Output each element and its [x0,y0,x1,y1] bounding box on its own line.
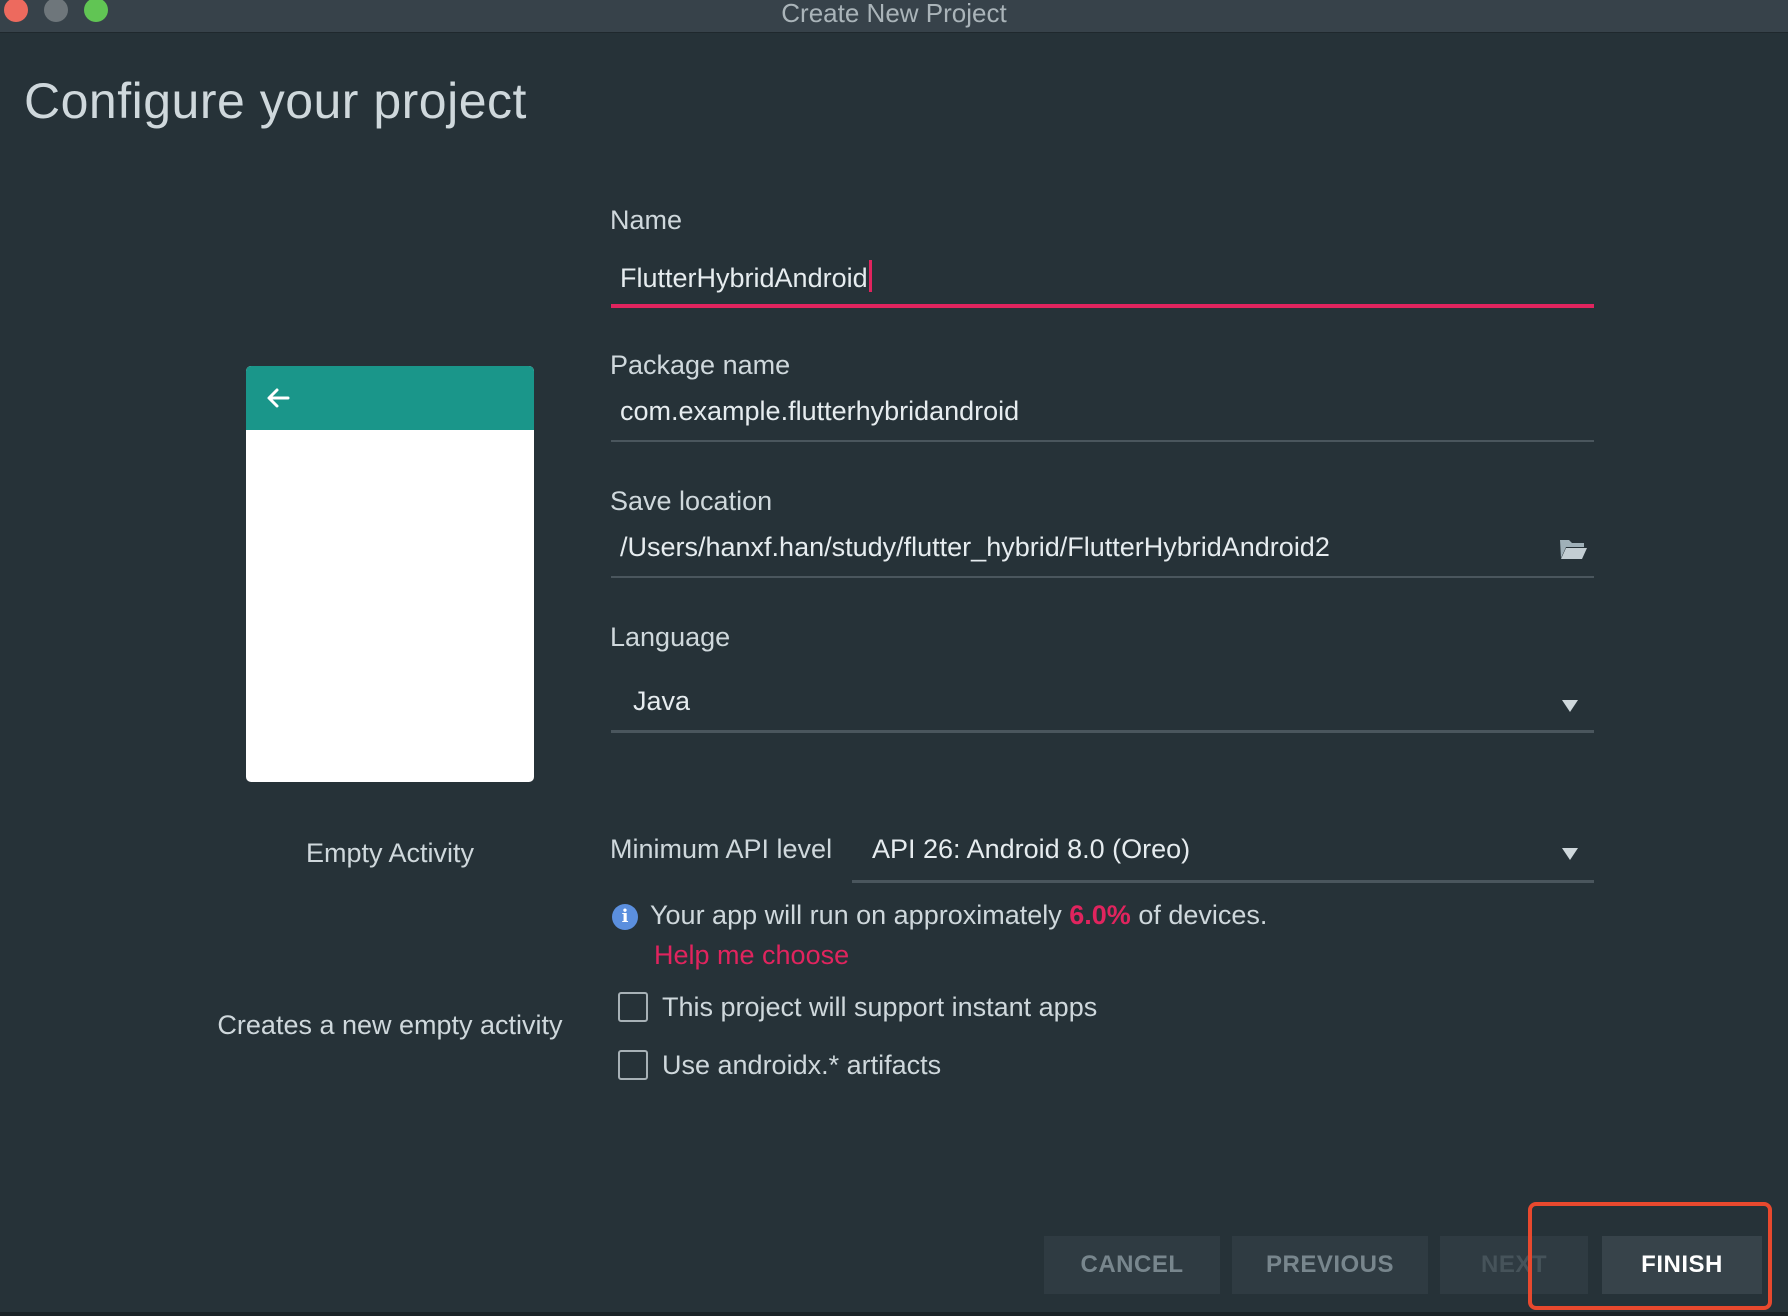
min-api-label: Minimum API level [610,834,833,864]
androidx-checkbox[interactable] [618,1050,648,1080]
chevron-down-icon [1562,848,1578,860]
finish-highlight-box [1528,1202,1772,1310]
device-percent: 6.0% [1069,900,1131,930]
name-field[interactable]: FlutterHybridAndroid [611,252,1594,308]
info-suffix: of devices. [1138,900,1268,930]
preview-app-bar [246,366,534,430]
min-api-value: API 26: Android 8.0 (Oreo) [872,834,1191,864]
language-select[interactable]: Java [611,678,1594,733]
window-title: Create New Project [781,0,1007,28]
package-name-value: com.example.flutterhybridandroid [620,396,1020,426]
info-icon: i [612,904,638,930]
name-label: Name [610,205,683,235]
info-prefix: Your app will run on approximately [650,900,1062,930]
cancel-button[interactable]: CANCEL [1044,1236,1220,1294]
arrow-left-icon [267,388,290,408]
language-value: Java [633,686,691,716]
template-description: Creates a new empty activity [217,1010,563,1040]
folder-open-icon[interactable] [1558,536,1588,562]
language-label: Language [610,622,731,652]
device-coverage-info: i Your app will run on approximately 6.0%… [612,900,1267,931]
activity-preview [246,366,534,782]
androidx-option[interactable]: Use androidx.* artifacts [618,1050,941,1084]
package-name-label: Package name [610,350,791,380]
save-location-label: Save location [610,486,773,516]
save-location-value: /Users/hanxf.han/study/flutter_hybrid/Fl… [620,532,1330,562]
instant-apps-label: This project will support instant apps [662,992,1098,1022]
instant-apps-checkbox[interactable] [618,992,648,1022]
help-me-choose-link[interactable]: Help me choose [654,940,849,971]
previous-button[interactable]: PREVIOUS [1232,1236,1428,1294]
template-name: Empty Activity [305,838,475,868]
window-bottom-edge [0,1312,1788,1316]
androidx-label: Use androidx.* artifacts [662,1050,942,1080]
package-name-field[interactable]: com.example.flutterhybridandroid [611,388,1594,442]
save-location-field[interactable]: /Users/hanxf.han/study/flutter_hybrid/Fl… [611,524,1594,578]
name-value-wrap: FlutterHybridAndroid [620,260,872,294]
page-title: Configure your project [24,73,527,129]
create-project-window: Create New Project Configure your projec… [0,0,1788,1316]
min-api-select[interactable]: API 26: Android 8.0 (Oreo) [852,828,1594,883]
title-bar: Create New Project [0,0,1788,33]
name-value: FlutterHybridAndroid [620,263,868,293]
chevron-down-icon [1562,700,1578,712]
instant-apps-option[interactable]: This project will support instant apps [618,992,1097,1026]
text-caret [868,260,872,292]
